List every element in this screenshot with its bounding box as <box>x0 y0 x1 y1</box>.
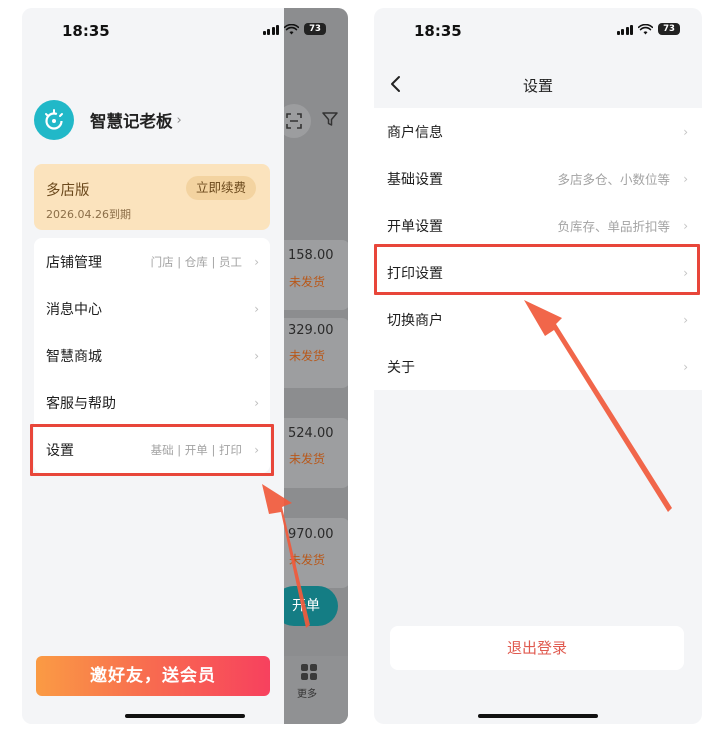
order-amount: 524.00 <box>288 426 334 441</box>
status-bar: 18:35 <box>22 8 284 52</box>
membership-card: 多店版 2026.04.26到期 立即续费 <box>34 164 270 230</box>
order-amount: 158.00 <box>288 248 334 263</box>
order-status: 未发货 <box>289 452 326 466</box>
status-icons: 73 <box>262 23 326 35</box>
battery-icon: 73 <box>658 23 680 35</box>
settings-list: 商户信息 › 基础设置 多店多仓、小数位等 › 开单设置 负库存、单品折扣等 ›… <box>374 108 702 390</box>
chevron-right-icon: › <box>254 395 259 410</box>
right-phone-screen: 18:35 73 设置 商户信息 › 基础设置 多店多仓、小数位等 › 开单设置… <box>374 8 702 724</box>
chevron-right-icon: › <box>683 265 688 280</box>
renew-button[interactable]: 立即续费 <box>185 176 256 200</box>
home-indicator <box>478 714 598 718</box>
left-phone-screen: 158.00 未发货 329.00 未发货 524.00 未发货 970.00 … <box>22 8 348 724</box>
settings-item-label: 基础设置 <box>387 171 443 188</box>
filter-icon[interactable] <box>322 111 338 131</box>
profile-header[interactable]: 智慧记老板 › <box>34 100 182 140</box>
menu-item-support[interactable]: 客服与帮助 › <box>34 379 270 426</box>
menu-item-mall[interactable]: 智慧商城 › <box>34 332 270 379</box>
menu-item-label: 店铺管理 <box>46 254 102 271</box>
grid-icon <box>301 664 317 680</box>
chevron-right-icon: › <box>176 112 182 128</box>
settings-item-label: 商户信息 <box>387 124 443 141</box>
status-icons: 73 <box>616 23 680 35</box>
chevron-right-icon: › <box>683 359 688 374</box>
order-status: 未发货 <box>289 553 326 567</box>
settings-item-label: 开单设置 <box>387 218 443 235</box>
settings-item-about[interactable]: 关于 › <box>374 343 702 390</box>
chevron-right-icon: › <box>254 348 259 363</box>
invite-banner[interactable]: 邀好友，送会员 <box>36 656 270 696</box>
avatar <box>34 100 74 140</box>
order-status: 未发货 <box>289 275 326 289</box>
settings-item-merchant-info[interactable]: 商户信息 › <box>374 108 702 155</box>
settings-item-label: 打印设置 <box>387 265 443 282</box>
logo-icon <box>45 109 63 130</box>
settings-item-switch-merchant[interactable]: 切换商户 › <box>374 296 702 343</box>
menu-item-label: 智慧商城 <box>46 348 102 365</box>
tab-more[interactable]: 更多 <box>284 656 348 724</box>
menu-item-label: 消息中心 <box>46 301 102 318</box>
signal-icon <box>262 24 279 35</box>
settings-item-basic[interactable]: 基础设置 多店多仓、小数位等 › <box>374 155 702 202</box>
navigation-bar: 设置 <box>374 62 702 106</box>
page-title: 设置 <box>522 77 553 95</box>
chevron-right-icon: › <box>683 124 688 139</box>
status-time: 18:35 <box>414 22 462 40</box>
menu-item-label: 客服与帮助 <box>46 395 116 412</box>
scan-icon[interactable] <box>284 104 311 138</box>
settings-item-subtitle: 多店多仓、小数位等 <box>557 172 670 187</box>
settings-item-label: 切换商户 <box>387 312 443 329</box>
order-status: 未发货 <box>289 349 326 363</box>
settings-item-order[interactable]: 开单设置 负库存、单品折扣等 › <box>374 202 702 249</box>
battery-icon: 73 <box>304 23 326 35</box>
order-amount: 329.00 <box>288 323 334 338</box>
home-indicator <box>125 714 245 718</box>
membership-expiry: 2026.04.26到期 <box>46 208 131 221</box>
logout-button[interactable]: 退出登录 <box>390 626 684 670</box>
chevron-right-icon: › <box>254 254 259 269</box>
side-drawer: 18:35 智慧记老板 › 多店版 2026.04.26到期 立即续费 店铺管理… <box>22 8 284 724</box>
settings-item-subtitle: 负库存、单品折扣等 <box>557 219 670 234</box>
menu-item-settings[interactable]: 设置 基础 | 开单 | 打印 › <box>34 426 270 473</box>
menu-item-subtitle: 门店 | 仓库 | 员工 <box>150 254 242 269</box>
open-order-button[interactable]: 开单 <box>284 586 338 626</box>
menu-item-subtitle: 基础 | 开单 | 打印 <box>150 442 242 457</box>
wifi-icon <box>284 23 299 34</box>
menu-item-store-management[interactable]: 店铺管理 门店 | 仓库 | 员工 › <box>34 238 270 285</box>
shop-name: 智慧记老板 <box>90 112 173 131</box>
menu-item-messages[interactable]: 消息中心 › <box>34 285 270 332</box>
drawer-menu: 店铺管理 门店 | 仓库 | 员工 › 消息中心 › 智慧商城 › 客服与帮助 … <box>34 238 270 473</box>
chevron-right-icon: › <box>683 312 688 327</box>
membership-plan: 多店版 <box>46 183 90 199</box>
status-bar: 18:35 73 <box>374 8 702 52</box>
order-amount: 970.00 <box>288 527 334 542</box>
chevron-right-icon: › <box>683 218 688 233</box>
settings-item-label: 关于 <box>387 359 415 376</box>
chevron-right-icon: › <box>254 301 259 316</box>
status-time: 18:35 <box>62 22 110 40</box>
chevron-right-icon: › <box>683 171 688 186</box>
dimmed-main-page[interactable]: 158.00 未发货 329.00 未发货 524.00 未发货 970.00 … <box>284 8 348 724</box>
chevron-right-icon: › <box>254 442 259 457</box>
menu-item-label: 设置 <box>46 442 74 459</box>
tab-more-label: 更多 <box>297 689 317 700</box>
settings-item-print[interactable]: 打印设置 › <box>374 249 702 296</box>
signal-icon <box>616 24 633 35</box>
wifi-icon <box>638 23 653 34</box>
